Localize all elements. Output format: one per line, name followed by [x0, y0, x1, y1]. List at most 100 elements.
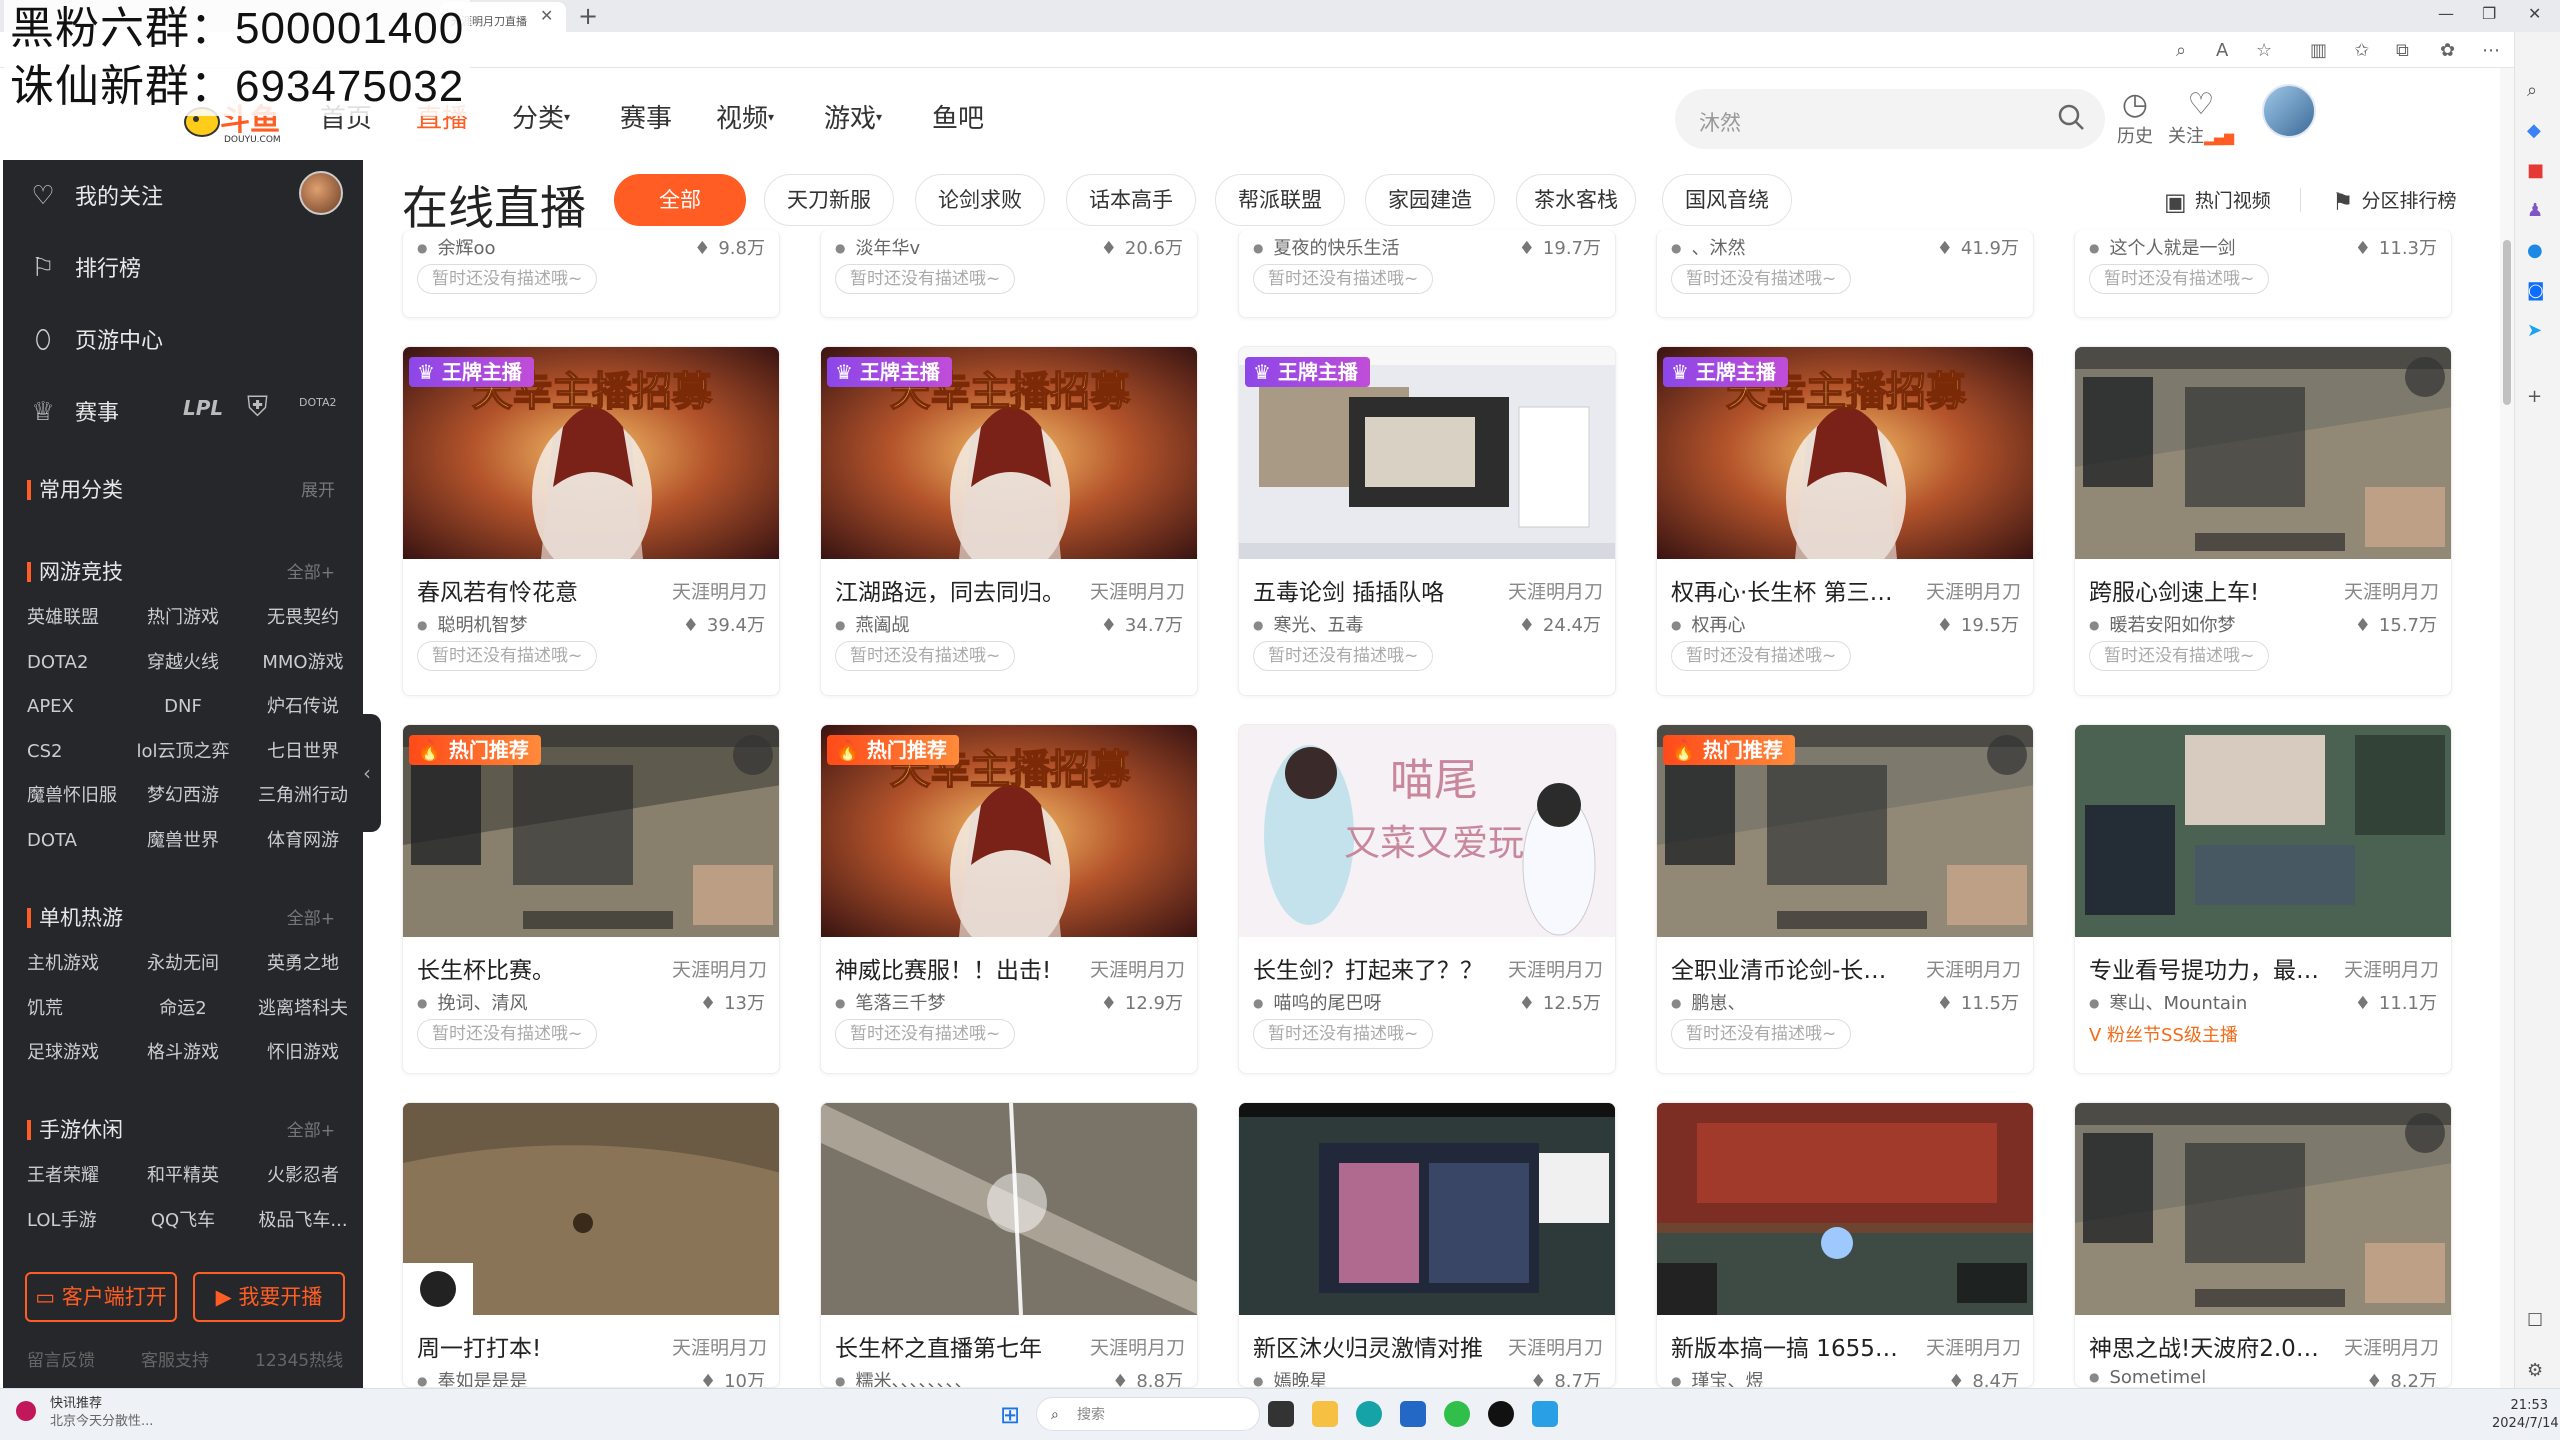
sidebar-game-link[interactable]: 命运2 [123, 987, 243, 1032]
sidebar-game-link[interactable]: 七日世界 [243, 730, 363, 775]
stream-title[interactable]: 长生杯之直播第七年 [835, 1329, 1065, 1363]
sidebar-game-link[interactable]: 魔兽怀旧服 [3, 774, 123, 819]
stream-card[interactable]: 夏夜的快乐生活 19.7万暂时还没有描述哦~ [1238, 230, 1616, 318]
search-icon[interactable]: ⌕ [2527, 80, 2537, 101]
lol-logo-icon[interactable]: ⛨ [247, 390, 268, 424]
split-screen-icon[interactable]: ▥ [2310, 40, 2327, 61]
stream-title[interactable]: 神威比赛服！！出击! [835, 951, 1065, 985]
stream-card[interactable]: 天幸主播招募♛ 王牌主播权再心·长生杯 第三天 ...天涯明月刀权再心19.5万… [1656, 346, 2034, 696]
sidebar-game-link[interactable]: DNF [123, 685, 243, 730]
taskbar-search[interactable]: ⌕ 搜索 [1036, 1397, 1260, 1431]
stream-card[interactable]: 跨服心剑速上车! 天涯明月刀暖若安阳如你梦 15.7万暂时还没有描述哦~ [2074, 346, 2452, 696]
sidebar-game-link[interactable]: 饥荒 [3, 987, 123, 1032]
category-tab[interactable]: 全部 [614, 174, 746, 226]
history-button[interactable]: ◷ 历史 [2100, 88, 2170, 148]
stream-category[interactable]: 天涯明月刀 [672, 1333, 767, 1360]
windows-start-icon[interactable]: ⊞ [1000, 1401, 1020, 1429]
stream-card[interactable]: 天幸主播招募🔥 热门推荐神威比赛服！！出击!天涯明月刀笔落三千梦12.9万暂时还… [820, 724, 1198, 1074]
all-link[interactable]: 全部+ [287, 558, 335, 583]
category-tab[interactable]: 帮派联盟 [1215, 174, 1345, 226]
stream-card[interactable]: 喵尾又菜又爱玩长生剑？打起来了？？ 天涯明月刀喵呜的尾巴呀 12.5万暂时还没有描述… [1238, 724, 1616, 1074]
stream-title[interactable]: 新版本搞一搞 1655196 [1671, 1329, 1901, 1363]
sidebar-game-link[interactable]: 体育网游 [243, 819, 363, 864]
category-tab[interactable]: 天刀新服 [764, 174, 894, 226]
lpl-logo[interactable]: LPL [183, 396, 223, 420]
extensions-icon[interactable]: ✿ [2440, 40, 2455, 61]
sidebar-game-link[interactable]: lol云顶之弈 [123, 730, 243, 775]
minimize-icon[interactable]: — [2438, 4, 2454, 23]
sidebar-game-link[interactable]: DOTA2 [3, 641, 123, 686]
task-view-icon[interactable] [1268, 1401, 1294, 1427]
copilot-icon[interactable]: ● [2527, 240, 2543, 261]
new-tab-icon[interactable]: + [578, 2, 598, 30]
sidebar-item-ranking[interactable]: ⚐ 排行榜 [27, 248, 141, 288]
stream-thumbnail[interactable] [403, 1103, 779, 1315]
stream-card[interactable]: ♛ 王牌主播五毒论剑 插插队咯天涯明月刀寒光、五毒 24.4万暂时还没有描述哦~ [1238, 346, 1616, 696]
stream-category[interactable]: 天涯明月刀 [1926, 1333, 2021, 1360]
stream-category[interactable]: 天涯明月刀 [2344, 577, 2439, 604]
stream-card[interactable]: 余辉oo 9.8万暂时还没有描述哦~ [402, 230, 780, 318]
sidebar-item-events[interactable]: ♕ 赛事 [27, 392, 119, 432]
user-avatar[interactable] [2262, 84, 2316, 138]
stream-card[interactable]: 专业看号提功力，最强... 天涯明月刀寒山、Mountain 11.1万 V 粉丝节S… [2074, 724, 2452, 1074]
sidebar-game-link[interactable]: APEX [3, 685, 123, 730]
stream-category[interactable]: 天涯明月刀 [672, 955, 767, 982]
tools-icon[interactable]: ■ [2527, 160, 2544, 181]
sidebar-game-link[interactable]: QQ飞车 [123, 1199, 243, 1244]
close-tab-icon[interactable]: ✕ [540, 6, 553, 25]
expand-link[interactable]: 展开 [301, 476, 335, 501]
sidebar-game-link[interactable]: 火影忍者 [243, 1154, 363, 1199]
sidebar-game-link[interactable]: 王者荣耀 [3, 1154, 123, 1199]
stream-category[interactable]: 天涯明月刀 [2344, 1333, 2439, 1360]
stream-card[interactable]: 神思之战!天波府2.0! ... 天涯明月刀 Sometimel 8.2万 [2074, 1102, 2452, 1388]
stream-title[interactable]: 权再心·长生杯 第三天 ... [1671, 573, 1901, 607]
stream-card[interactable]: 这个人就是一剑 11.3万暂时还没有描述哦~ [2074, 230, 2452, 318]
stream-title[interactable]: 全职业清币论剑-长生杯... [1671, 951, 1901, 985]
sidebar-game-link[interactable]: 热门游戏 [123, 596, 243, 641]
sidebar-game-link[interactable]: 炉石传说 [243, 685, 363, 730]
sidebar-game-link[interactable]: 梦幻西游 [123, 774, 243, 819]
more-menu-icon[interactable]: ⋯ [2482, 40, 2500, 61]
stream-category[interactable]: 天涯明月刀 [1508, 577, 1603, 604]
sidebar-game-link[interactable]: 魔兽世界 [123, 819, 243, 864]
stream-category[interactable]: 天涯明月刀 [672, 577, 767, 604]
games-icon[interactable]: ♟ [2527, 200, 2543, 221]
stream-title[interactable]: 周一打打本! [417, 1329, 647, 1363]
dota2-logo[interactable]: DOTA2 [299, 396, 337, 409]
app-icon[interactable] [1532, 1401, 1558, 1427]
sidebar-game-link[interactable]: 怀旧游戏 [243, 1031, 363, 1076]
support-link[interactable]: 客服支持 [141, 1346, 209, 1371]
stream-thumbnail[interactable] [2075, 347, 2451, 559]
stream-title[interactable]: 新区沐火归灵激情对推 [1253, 1329, 1483, 1363]
sidebar-item-following[interactable]: ♡ 我的关注 [27, 176, 163, 216]
sidebar-game-link[interactable]: 无畏契约 [243, 596, 363, 641]
sidebar-game-link[interactable]: 逃离塔科夫 [243, 987, 363, 1032]
sidebar-item-webgames[interactable]: ⬯ 页游中心 [27, 320, 163, 360]
stream-category[interactable]: 天涯明月刀 [2344, 955, 2439, 982]
stream-thumbnail[interactable] [821, 1103, 1197, 1316]
settings-gear-icon[interactable]: ⚙ [2527, 1360, 2543, 1381]
category-tab[interactable]: 论剑求败 [915, 174, 1045, 226]
nav-events[interactable]: 赛事 [620, 98, 672, 135]
sidebar-game-link[interactable]: 极品飞车... [243, 1199, 363, 1244]
news-widget[interactable]: 快讯推荐 北京今天分散性... [16, 1395, 153, 1431]
nav-category[interactable]: 分类▾ [512, 98, 570, 135]
sidebar-game-link[interactable]: LOL手游 [3, 1199, 123, 1244]
stream-title[interactable]: 长生杯比赛。 [417, 951, 647, 985]
stream-thumbnail[interactable] [2075, 725, 2451, 937]
sidebar-collapse-button[interactable]: ‹ [353, 714, 381, 832]
favorites-list-icon[interactable]: ✩ [2354, 40, 2369, 61]
stream-title[interactable]: 五毒论剑 插插队咯 [1253, 573, 1483, 607]
stream-card[interactable]: 新区沐火归灵激情对推天涯明月刀嫣晚星 8.7万 [1238, 1102, 1616, 1388]
stream-title[interactable]: 跨服心剑速上车! [2089, 573, 2319, 607]
stream-card[interactable]: 周一打打本! 天涯明月刀奉如是是是 10万 [402, 1102, 780, 1388]
stream-card[interactable]: 长生杯之直播第七年天涯明月刀糯米、、、、、、、、 8.8万 [820, 1102, 1198, 1388]
all-link[interactable]: 全部+ [287, 904, 335, 929]
stream-category[interactable]: 天涯明月刀 [1508, 955, 1603, 982]
stream-category[interactable]: 天涯明月刀 [1090, 1333, 1185, 1360]
client-open-button[interactable]: ▭ 客户端打开 [25, 1272, 177, 1322]
stream-card[interactable]: 新版本搞一搞 1655196 天涯明月刀瑾宝、煜 8.4万 [1656, 1102, 2034, 1388]
outlook-icon[interactable]: ◙ [2527, 280, 2544, 301]
sidebar-game-link[interactable]: 永劫无间 [123, 942, 243, 987]
collections-icon[interactable]: ⧉ [2396, 40, 2409, 61]
